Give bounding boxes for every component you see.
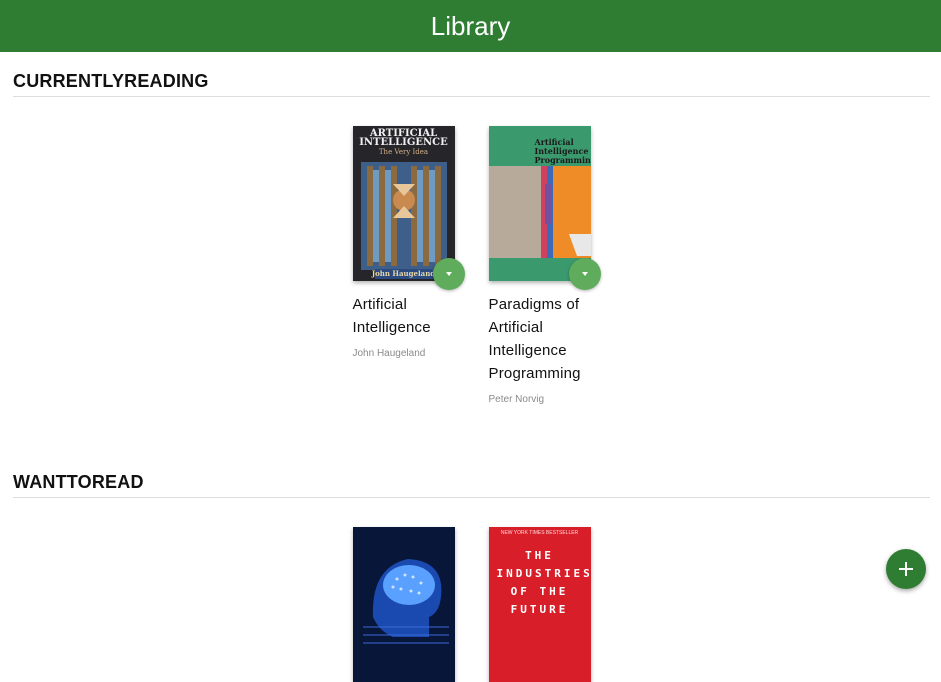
cover-title: Artificial Intelligence Programming: bbox=[534, 137, 591, 165]
book-grid: ARTIFICIAL INTELLIGENCE The Very Idea Jo… bbox=[13, 97, 930, 405]
book-item: ARTIFICIAL INTELLIGENCE The Very Idea Jo… bbox=[352, 126, 465, 405]
shelf-changer-button[interactable] bbox=[568, 258, 601, 290]
book-author: John Haugeland bbox=[352, 348, 426, 359]
app-header: Library bbox=[0, 0, 941, 52]
add-book-button[interactable] bbox=[886, 549, 926, 589]
cover-title: THE INDUSTRIES OF THE FUTURE bbox=[496, 549, 591, 616]
shelf-changer-button[interactable] bbox=[432, 258, 465, 290]
caret-down-icon bbox=[445, 272, 452, 276]
book-item bbox=[352, 527, 455, 682]
book-title: Paradigms of Artificial Intelligence Pro… bbox=[488, 296, 581, 382]
caret-down-icon bbox=[581, 272, 588, 276]
cover-badge: NEW YORK TIMES BESTSELLER bbox=[500, 530, 579, 536]
cover-subtitle: The Very Idea bbox=[378, 148, 429, 156]
shelf-currently-reading: CURRENTLYREADING ARTIFICIAL INTELLIGENCE… bbox=[0, 52, 941, 405]
shelf-title: CURRENTLYREADING bbox=[13, 52, 930, 97]
book-title: Artificial Intelligence bbox=[352, 296, 431, 336]
book-cover[interactable]: ARTIFICIAL INTELLIGENCE The Very Idea Jo… bbox=[352, 126, 455, 281]
shelf-want-to-read: WANTTOREAD NEW YORK TIMES BESTSELLER THE… bbox=[0, 453, 941, 682]
cover-art-brain bbox=[352, 527, 455, 682]
book-item: Artificial Intelligence Programming: Par… bbox=[488, 126, 601, 405]
plus-icon bbox=[899, 562, 913, 576]
shelf-title: WANTTOREAD bbox=[13, 453, 930, 498]
cover-title-line2: INTELLIGENCE bbox=[359, 137, 448, 148]
book-cover[interactable] bbox=[352, 527, 455, 682]
book-grid: NEW YORK TIMES BESTSELLER THE INDUSTRIES… bbox=[13, 498, 930, 682]
book-cover[interactable]: Artificial Intelligence Programming: bbox=[488, 126, 591, 281]
book-item: NEW YORK TIMES BESTSELLER THE INDUSTRIES… bbox=[488, 527, 591, 682]
book-author: Peter Norvig bbox=[488, 394, 545, 405]
app-title: Library bbox=[430, 10, 511, 41]
book-cover[interactable]: NEW YORK TIMES BESTSELLER THE INDUSTRIES… bbox=[488, 527, 591, 682]
